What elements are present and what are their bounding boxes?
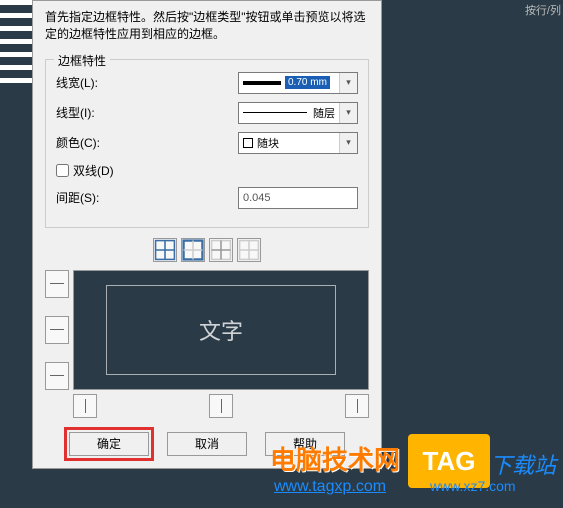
- preview-inner-frame: 文字: [106, 285, 336, 375]
- spacing-row: 间距(S):: [56, 187, 358, 209]
- spacing-input[interactable]: [238, 187, 358, 209]
- watermark-url[interactable]: www.tagxp.com: [274, 478, 386, 496]
- top-right-label: 按行/列: [525, 2, 561, 18]
- cancel-button[interactable]: 取消: [167, 432, 247, 456]
- watermark-text: 电脑技术网: [270, 440, 400, 477]
- grid-none-icon: [238, 239, 260, 261]
- spacing-label: 间距(S):: [56, 189, 136, 206]
- ok-button[interactable]: 确定: [69, 432, 149, 456]
- edge-vcenter-button[interactable]: [209, 394, 233, 418]
- linewidth-select[interactable]: 0.70 mm ▾: [238, 72, 358, 94]
- border-all-button[interactable]: [153, 238, 177, 262]
- border-outer-button[interactable]: [181, 238, 205, 262]
- left-edge-buttons: [45, 270, 69, 390]
- color-label: 颜色(C):: [56, 134, 136, 151]
- edge-bottom-button[interactable]: [45, 362, 69, 390]
- linewidth-row: 线宽(L): 0.70 mm ▾: [56, 72, 358, 94]
- preview-box[interactable]: 文字: [73, 270, 369, 390]
- preview-text: 文字: [199, 314, 243, 346]
- bottom-edge-buttons: [45, 394, 369, 418]
- chevron-down-icon: ▾: [339, 73, 357, 93]
- chevron-down-icon: ▾: [339, 103, 357, 123]
- grid-all-icon: [154, 239, 176, 261]
- linewidth-value: 0.70 mm: [285, 76, 330, 89]
- linetype-label: 线型(I):: [56, 104, 136, 121]
- border-inner-button[interactable]: [209, 238, 233, 262]
- linetype-preview-line: [243, 112, 307, 113]
- grid-inner-icon: [210, 239, 232, 261]
- instruction-text: 首先指定边框特性。然后按"边框类型"按钮或单击预览以将选定的边框特性应用到相应的…: [45, 9, 369, 43]
- border-none-button[interactable]: [237, 238, 261, 262]
- linetype-select[interactable]: 随层 ▾: [238, 102, 358, 124]
- doubleline-label: 双线(D): [73, 162, 114, 179]
- edge-right-button[interactable]: [345, 394, 369, 418]
- grid-outer-icon: [182, 239, 204, 261]
- edge-middle-button[interactable]: [45, 316, 69, 344]
- download-site-text: 下载站: [490, 448, 556, 480]
- border-type-icons: [45, 238, 369, 262]
- color-value: 随块: [257, 135, 279, 151]
- color-row: 颜色(C): 随块 ▾: [56, 132, 358, 154]
- edge-left-button[interactable]: [73, 394, 97, 418]
- watermark: 电脑技术网: [270, 440, 400, 477]
- doubleline-row: 双线(D): [56, 162, 358, 179]
- chevron-down-icon: ▾: [339, 133, 357, 153]
- doubleline-checkbox[interactable]: [56, 164, 69, 177]
- linewidth-preview-line: [243, 81, 281, 85]
- linetype-row: 线型(I): 随层 ▾: [56, 102, 358, 124]
- linewidth-label: 线宽(L):: [56, 74, 136, 91]
- border-properties-dialog: 首先指定边框特性。然后按"边框类型"按钮或单击预览以将选定的边框特性应用到相应的…: [32, 0, 382, 469]
- fieldset-title: 边框特性: [54, 52, 110, 69]
- color-select[interactable]: 随块 ▾: [238, 132, 358, 154]
- linetype-value: 随层: [313, 105, 335, 121]
- preview-area: 文字: [45, 270, 369, 390]
- color-swatch: [243, 138, 253, 148]
- edge-top-button[interactable]: [45, 270, 69, 298]
- border-properties-fieldset: 边框特性 线宽(L): 0.70 mm ▾ 线型(I): 随: [45, 59, 369, 228]
- left-markers: [0, 0, 32, 95]
- download-site-url: www.xz7.com: [430, 478, 516, 494]
